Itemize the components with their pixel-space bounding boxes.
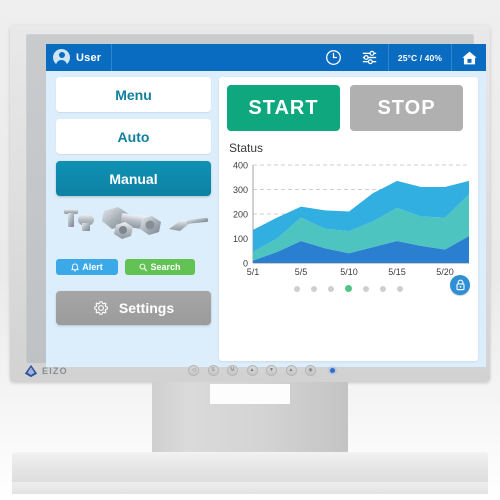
- pagination-dot[interactable]: [380, 285, 386, 292]
- status-bar: User 25°C / 40%: [46, 44, 486, 71]
- menu-key[interactable]: M: [227, 365, 238, 376]
- sidebar-item-label: Manual: [109, 170, 158, 187]
- lock-icon: [455, 279, 465, 291]
- brand-logo: EIZO: [24, 364, 68, 378]
- user-label: User: [76, 51, 102, 64]
- power-indicator: [329, 368, 335, 373]
- power-key[interactable]: ◉: [305, 365, 316, 376]
- brand-name: EIZO: [42, 366, 68, 376]
- screenshot-root: User 25°C / 40% Menu Auto Manual Alert S…: [0, 0, 500, 500]
- environment-readout: 25°C / 40%: [387, 44, 452, 71]
- chart-y-tick-label: 300: [233, 185, 248, 195]
- menu-key-glyph: M: [230, 367, 235, 373]
- pagination-dot[interactable]: [345, 285, 352, 292]
- enter-key-glyph: ▲: [288, 367, 294, 373]
- stop-button[interactable]: STOP: [350, 85, 463, 131]
- chart-y-tick-label: 200: [233, 209, 248, 219]
- bezel-key-row: ◁ S M ▲ ▼ ▲ ◉: [188, 365, 335, 376]
- search-button[interactable]: Search: [125, 259, 195, 275]
- machine-controls: START STOP: [227, 85, 463, 131]
- search-icon: [139, 263, 148, 271]
- enter-key[interactable]: ▲: [285, 365, 297, 376]
- metal-screws-bolts-photo: [64, 207, 209, 239]
- start-button[interactable]: START: [227, 85, 340, 131]
- settings-label: Settings: [118, 300, 175, 316]
- mode-key-glyph: S: [211, 367, 215, 373]
- status-bar-spacer: [112, 44, 316, 71]
- clock-button[interactable]: [316, 44, 352, 71]
- mode-key[interactable]: S: [207, 365, 219, 376]
- settings-button[interactable]: Settings: [56, 291, 211, 325]
- sidebar-item-label: Auto: [117, 128, 150, 145]
- search-label: Search: [150, 262, 181, 272]
- chart-y-tick-label: 100: [233, 234, 248, 244]
- stand-notch: [210, 384, 290, 404]
- pagination-dot[interactable]: [397, 285, 403, 292]
- chart-x-tick-label: 5/15: [388, 267, 406, 277]
- down-key[interactable]: ▼: [266, 365, 277, 376]
- touchscreen-display: User 25°C / 40% Menu Auto Manual Alert S…: [46, 44, 486, 367]
- chart-x-tick-label: 5/10: [340, 267, 358, 277]
- chart-title: Status: [229, 141, 264, 155]
- carousel-pagination[interactable]: [219, 285, 478, 292]
- monitor-bezel: User 25°C / 40% Menu Auto Manual Alert S…: [26, 33, 486, 367]
- stop-label: STOP: [377, 96, 436, 119]
- up-key-glyph: ▲: [249, 367, 255, 373]
- chart-y-tick-label: 400: [233, 160, 248, 170]
- main-panel: START STOP Status 0 100 200 300 400 5/1 5/5 5/1…: [219, 77, 478, 361]
- gear-icon: [94, 301, 108, 315]
- input-key[interactable]: ◁: [188, 365, 199, 376]
- eizo-logo-icon: [24, 364, 38, 378]
- input-key-glyph: ◁: [191, 367, 196, 373]
- bell-icon: [71, 262, 79, 271]
- user-account-button[interactable]: User: [46, 44, 113, 71]
- sidebar-item-auto[interactable]: Auto: [56, 119, 211, 154]
- chart-x-tick-label: 5/1: [247, 267, 260, 277]
- sidebar-item-manual[interactable]: Manual: [56, 161, 211, 196]
- settings-sliders-button[interactable]: [352, 44, 388, 71]
- monitor-housing: User 25°C / 40% Menu Auto Manual Alert S…: [10, 25, 490, 382]
- home-icon: [461, 51, 477, 64]
- status-area-chart: 0 100 200 300 400 5/1 5/5 5/10 5/15 5/20: [225, 159, 473, 281]
- power-key-glyph: ◉: [308, 367, 313, 373]
- chart-x-tick-label: 5/20: [436, 267, 454, 277]
- sidebar-item-label: Menu: [115, 86, 152, 103]
- sliders-icon: [363, 50, 377, 65]
- down-key-glyph: ▼: [269, 367, 274, 373]
- screen-content: Menu Auto Manual Alert Search Settings S…: [46, 71, 486, 367]
- start-label: START: [248, 96, 319, 119]
- home-button[interactable]: [452, 44, 486, 71]
- up-key[interactable]: ▲: [246, 365, 258, 376]
- pagination-dot[interactable]: [328, 285, 334, 292]
- pagination-dot[interactable]: [311, 285, 317, 292]
- pagination-dot[interactable]: [363, 285, 369, 292]
- stand-base-lip: [12, 482, 488, 494]
- chart-x-tick-label: 5/5: [295, 267, 308, 277]
- user-avatar-icon: [53, 49, 70, 67]
- sidebar: Menu Auto Manual Alert Search Settings: [56, 77, 211, 361]
- sidebar-item-menu[interactable]: Menu: [56, 77, 211, 112]
- chart-canvas: 01002003004005/1 5/5 5/10 5/15 5/20: [233, 160, 469, 277]
- lock-button[interactable]: [450, 275, 470, 295]
- clock-icon: [326, 50, 342, 65]
- parts-photo: [56, 203, 211, 255]
- alert-button[interactable]: Alert: [56, 259, 118, 275]
- alert-label: Alert: [82, 262, 103, 272]
- quick-actions: Alert Search: [56, 259, 211, 275]
- pagination-dot[interactable]: [294, 285, 300, 292]
